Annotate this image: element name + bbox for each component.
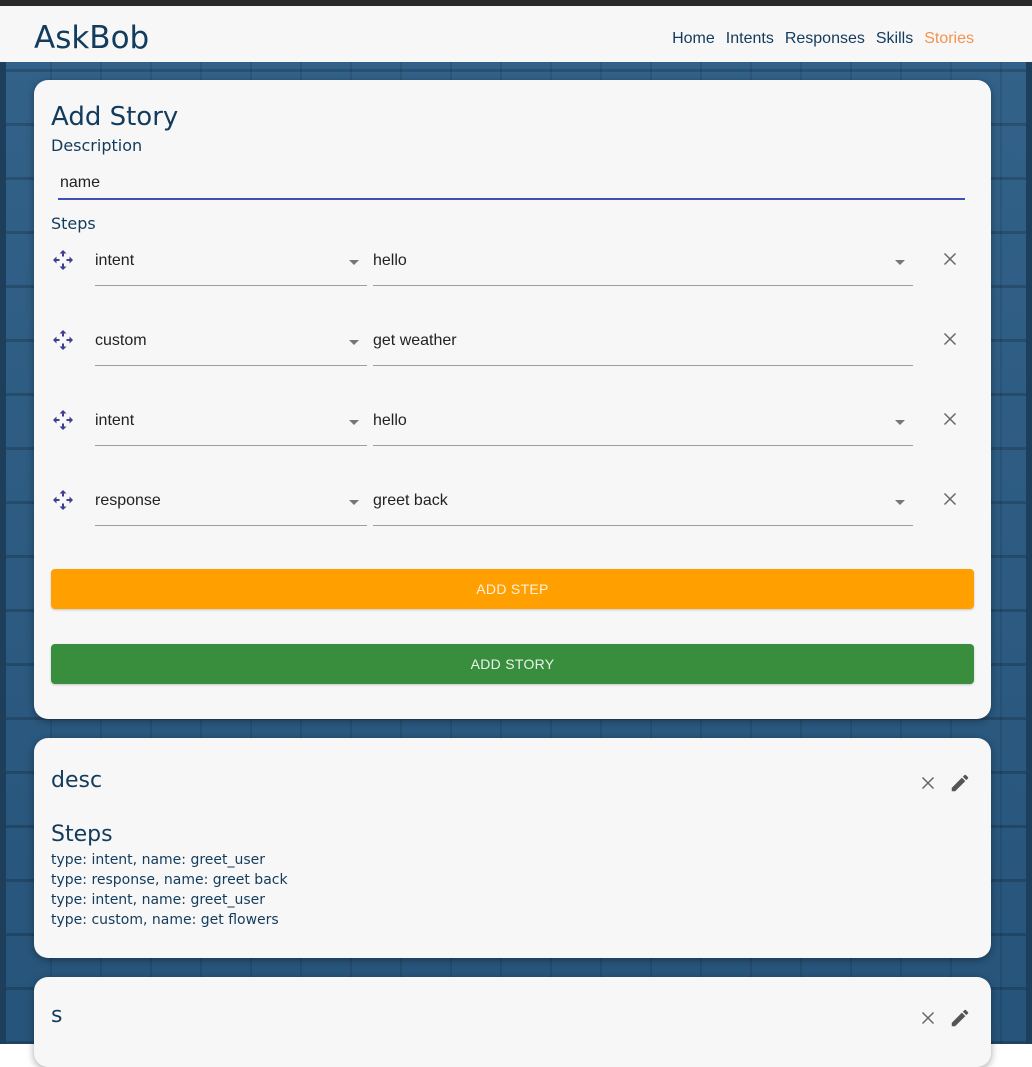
nav-responses[interactable]: Responses [785, 30, 865, 48]
pencil-icon[interactable] [949, 772, 971, 794]
step-name-value: hello [373, 412, 407, 429]
remove-step-close-icon[interactable] [939, 488, 961, 510]
step-type-select[interactable]: intent [95, 408, 367, 446]
brand-logo[interactable]: AskBob [34, 20, 149, 56]
step-type-select[interactable]: response [95, 488, 367, 526]
nav-stories[interactable]: Stories [924, 30, 974, 48]
remove-step-close-icon[interactable] [939, 248, 961, 270]
step-name-value: greet back [373, 492, 448, 509]
step-type-value: intent [95, 412, 135, 429]
nav-home[interactable]: Home [672, 30, 715, 48]
story-description: s [51, 1003, 63, 1028]
step-name-value: get weather [373, 332, 457, 349]
caret-down-icon [895, 420, 905, 425]
caret-down-icon [349, 340, 359, 345]
drag-move-icon[interactable] [51, 408, 75, 432]
story-card: s [34, 977, 991, 1067]
step-type-value: custom [95, 332, 147, 349]
remove-step-close-icon[interactable] [939, 408, 961, 430]
nav-skills[interactable]: Skills [876, 30, 913, 48]
description-input[interactable] [58, 168, 965, 200]
step-name-select[interactable]: greet back [373, 488, 913, 526]
add-step-button[interactable]: ADD STEP [51, 569, 974, 609]
close-icon[interactable] [917, 1007, 939, 1029]
drag-move-icon[interactable] [51, 328, 75, 352]
step-row: response greet back [51, 488, 971, 528]
step-type-select[interactable]: custom [95, 328, 367, 366]
step-type-value: response [95, 492, 161, 509]
step-name-select[interactable]: hello [373, 248, 913, 286]
step-name-value: hello [373, 252, 407, 269]
background-edge-right [1026, 62, 1032, 1044]
step-row: intent hello [51, 408, 971, 448]
story-step-item: type: intent, name: greet_user [51, 892, 266, 908]
description-label: Description [51, 136, 143, 155]
caret-down-icon [349, 260, 359, 265]
caret-down-icon [895, 500, 905, 505]
step-name-select[interactable]: hello [373, 408, 913, 446]
story-step-item: type: custom, name: get flowers [51, 912, 279, 928]
pencil-icon[interactable] [949, 1007, 971, 1029]
story-step-item: type: response, name: greet back [51, 872, 288, 888]
top-navbar: AskBob Home Intents Responses Skills Sto… [0, 0, 1032, 62]
caret-down-icon [349, 500, 359, 505]
add-story-title: Add Story [51, 102, 179, 132]
step-type-value: intent [95, 252, 135, 269]
story-steps-title: Steps [51, 822, 113, 847]
step-row: custom get weather [51, 328, 971, 368]
drag-move-icon[interactable] [51, 248, 75, 272]
add-story-card: Add Story Description Steps intent hello… [34, 80, 991, 719]
story-card: desc Steps type: intent, name: greet_use… [34, 738, 991, 958]
story-actions [917, 1007, 971, 1029]
drag-move-icon[interactable] [51, 488, 75, 512]
step-name-input[interactable]: get weather [373, 328, 913, 366]
close-icon[interactable] [917, 772, 939, 794]
steps-label: Steps [51, 214, 96, 233]
story-actions [917, 772, 971, 794]
story-description: desc [51, 768, 103, 793]
nav-intents[interactable]: Intents [726, 30, 774, 48]
add-story-button[interactable]: ADD STORY [51, 644, 974, 684]
caret-down-icon [895, 260, 905, 265]
step-row: intent hello [51, 248, 971, 288]
main-nav: Home Intents Responses Skills Stories [672, 30, 974, 48]
remove-step-close-icon[interactable] [939, 328, 961, 350]
background-edge-left [0, 62, 6, 1044]
story-steps-list: type: intent, name: greet_user type: res… [51, 850, 288, 930]
story-step-item: type: intent, name: greet_user [51, 852, 266, 868]
step-type-select[interactable]: intent [95, 248, 367, 286]
caret-down-icon [349, 420, 359, 425]
